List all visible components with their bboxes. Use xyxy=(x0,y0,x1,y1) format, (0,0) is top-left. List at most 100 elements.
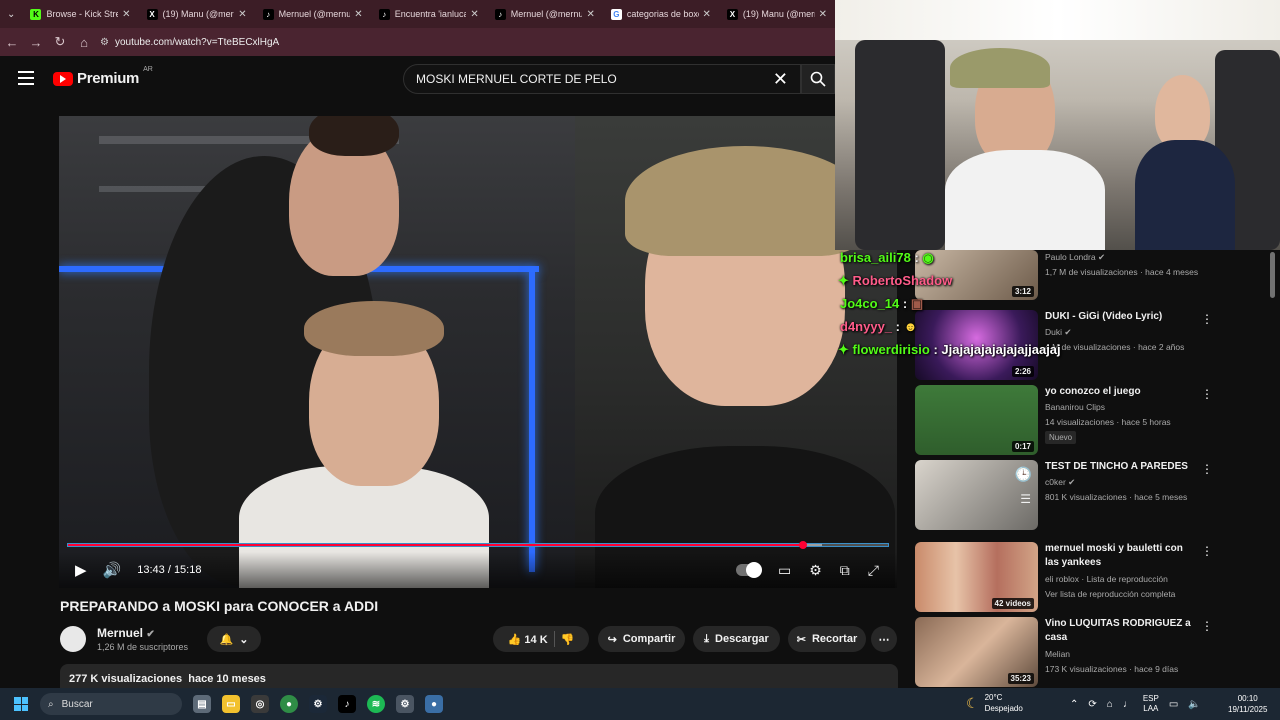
volume-icon[interactable]: 🔊 xyxy=(103,561,122,579)
file-explorer-icon[interactable]: ▭ xyxy=(222,695,240,713)
more-vert-icon[interactable]: ⋮ xyxy=(1201,387,1213,401)
channel-avatar[interactable] xyxy=(60,626,86,652)
more-vert-icon[interactable]: ⋮ xyxy=(1201,544,1213,558)
chrome-active-icon[interactable]: ● xyxy=(425,695,443,713)
recommendation-title[interactable]: mernuel moski y bauletti con las yankees xyxy=(1045,542,1195,570)
clock[interactable]: 00:10 19/11/2025 xyxy=(1228,693,1267,715)
description-box[interactable]: 277 K visualizaciones hace 10 meses xyxy=(60,664,898,690)
tab-search-icon[interactable]: ⌄ xyxy=(0,0,22,28)
task-view-icon[interactable]: ▤ xyxy=(193,695,211,713)
sidebar-scrollbar[interactable] xyxy=(1270,252,1275,298)
recommendation-channel[interactable]: Melian xyxy=(1045,649,1070,659)
close-tab-icon[interactable]: ✕ xyxy=(703,9,711,20)
video-player[interactable]: ▶ 🔊 13:43 / 15:18 ▭ ⚙ ⧉ ⤢ xyxy=(59,116,897,588)
microphone-icon[interactable]: ♩ xyxy=(1123,699,1133,710)
close-tab-icon[interactable]: ✕ xyxy=(586,9,594,20)
recommendation-channel[interactable]: Duki ✔ xyxy=(1045,327,1072,338)
more-vert-icon[interactable]: ⋮ xyxy=(1201,462,1213,476)
display-icon[interactable]: ▭ xyxy=(1169,699,1178,710)
more-vert-icon[interactable]: ⋮ xyxy=(1201,619,1213,633)
fullscreen-icon[interactable]: ⤢ xyxy=(868,562,879,579)
settings-icon[interactable]: ⚙ xyxy=(809,562,822,579)
recommendation-item[interactable]: 🕒 ☰ TEST DE TINCHO A PAREDES c0ker ✔ 801… xyxy=(915,460,1215,530)
back-icon[interactable]: ← xyxy=(0,35,24,50)
recommendation-channel[interactable]: Bananirou Clips xyxy=(1045,402,1105,412)
playlist-thumbnail[interactable]: 42 videos xyxy=(915,542,1038,612)
steam-icon[interactable]: ⚙ xyxy=(309,695,327,713)
windows-start-icon[interactable] xyxy=(14,697,28,711)
close-tab-icon[interactable]: ✕ xyxy=(122,9,130,20)
app-icon[interactable]: ◎ xyxy=(251,695,269,713)
chevron-up-icon[interactable]: ⌃ xyxy=(1070,699,1078,710)
recommendation-channel[interactable]: eli roblox · Lista de reproducción xyxy=(1045,574,1168,584)
youtube-logo[interactable]: Premium AR xyxy=(53,66,153,87)
recommendation-channel[interactable]: Paulo Londra ✔ xyxy=(1045,252,1105,263)
spotify-icon[interactable]: ≋ xyxy=(367,695,385,713)
more-actions-button[interactable]: ⋯ xyxy=(871,626,897,652)
recommendation-channel[interactable]: c0ker ✔ xyxy=(1045,477,1075,488)
seek-bar[interactable] xyxy=(67,541,889,549)
more-vert-icon[interactable]: ⋮ xyxy=(1201,312,1213,326)
close-tab-icon[interactable]: ✕ xyxy=(238,9,246,20)
playlist-item[interactable]: 42 videos mernuel moski y bauletti con l… xyxy=(915,542,1215,612)
recommendation-thumbnail[interactable]: 35:23 xyxy=(915,617,1038,687)
browser-tab[interactable]: X (19) Manu (@mernue✕ xyxy=(139,0,255,28)
menu-icon[interactable] xyxy=(18,71,34,85)
notifications-button[interactable]: 🔔 ⌄ xyxy=(207,626,261,652)
close-tab-icon[interactable]: ✕ xyxy=(819,9,827,20)
close-tab-icon[interactable]: ✕ xyxy=(470,9,478,20)
share-button[interactable]: ↪ Compartir xyxy=(598,626,685,652)
download-label: Descargar xyxy=(715,633,769,645)
miniplayer-icon[interactable]: ⧉ xyxy=(840,562,850,579)
chat-username: Jo4co_14 xyxy=(840,296,900,311)
recommendation-meta: 14 visualizaciones · hace 5 horas xyxy=(1045,417,1171,427)
url-field[interactable]: ⚙ youtube.com/watch?v=TteBECxlHgA xyxy=(100,37,279,48)
weather-widget[interactable]: ☾ 20°C Despejado xyxy=(966,692,1023,714)
reload-icon[interactable]: ↻ xyxy=(48,34,72,50)
recommendation-item[interactable]: 3:12 Paulo Londra ✔ 1,7 M de visualizaci… xyxy=(915,250,1215,302)
recommendation-thumbnail[interactable]: 0:17 xyxy=(915,385,1038,455)
seek-handle[interactable] xyxy=(798,541,807,549)
close-tab-icon[interactable]: ✕ xyxy=(354,9,362,20)
play-icon[interactable]: ▶ xyxy=(75,561,87,579)
network-icon[interactable]: ⌂ xyxy=(1107,699,1113,710)
watch-later-icon[interactable]: 🕒 xyxy=(1015,466,1032,483)
download-button[interactable]: ⤓ Descargar xyxy=(693,626,780,652)
tiktok-icon[interactable]: ♪ xyxy=(338,695,356,713)
site-info-icon[interactable]: ⚙ xyxy=(100,37,109,48)
settings-icon[interactable]: ⚙ xyxy=(396,695,414,713)
subtitles-icon[interactable]: ▭ xyxy=(778,562,791,579)
browser-tab[interactable]: X (19) Manu (@mernu ✕ xyxy=(719,0,835,28)
taskbar-search[interactable]: ⌕ Buscar xyxy=(40,693,182,715)
recommendation-item[interactable]: 35:23 Vino LUQUITAS RODRIGUEZ a casa Mel… xyxy=(915,617,1215,687)
browser-tab[interactable]: K Browse - Kick Stream✕ xyxy=(22,0,138,28)
recommendation-title[interactable]: yo conozco el juego xyxy=(1045,385,1195,399)
clear-search-icon[interactable]: ✕ xyxy=(773,69,788,90)
recommendation-thumbnail[interactable]: 🕒 ☰ xyxy=(915,460,1038,530)
channel-name[interactable]: Mernuel ✔ xyxy=(97,626,155,640)
speaker-icon[interactable]: 🔈 xyxy=(1188,699,1200,710)
browser-tab[interactable]: Gcategorias de boxeo ✕ xyxy=(603,0,719,28)
view-full-playlist-link[interactable]: Ver lista de reproducción completa xyxy=(1045,589,1175,599)
temperature: 20°C xyxy=(984,693,1003,702)
recommendation-title[interactable]: TEST DE TINCHO A PAREDES xyxy=(1045,460,1195,474)
browser-tab[interactable]: ♪ Mernuel (@mernuel)✕ xyxy=(487,0,603,28)
like-button[interactable]: 👍 14 K xyxy=(508,633,548,646)
thumbs-down-icon[interactable]: 👎 xyxy=(561,633,575,646)
home-icon[interactable]: ⌂ xyxy=(72,35,96,50)
search-input[interactable]: MOSKI MERNUEL CORTE DE PELO ✕ xyxy=(403,64,801,94)
recommendation-title[interactable]: Vino LUQUITAS RODRIGUEZ a casa xyxy=(1045,617,1195,645)
recommendation-channel-name: Paulo Londra xyxy=(1045,252,1096,262)
forward-icon[interactable]: → xyxy=(24,35,48,50)
browser-tab[interactable]: ♪ Mernuel (@mernuel)✕ xyxy=(255,0,371,28)
sync-icon[interactable]: ⟳ xyxy=(1088,699,1096,710)
recommendation-title[interactable]: DUKI - GiGi (Video Lyric) xyxy=(1045,310,1195,324)
clip-button[interactable]: ✂ Recortar xyxy=(788,626,866,652)
add-to-queue-icon[interactable]: ☰ xyxy=(1020,492,1031,506)
autoplay-toggle[interactable] xyxy=(736,562,762,578)
browser-tab[interactable]: ♪ Encuentra 'ianlucas' e✕ xyxy=(371,0,487,28)
search-button[interactable] xyxy=(801,64,835,94)
language-indicator[interactable]: ESP LAA xyxy=(1143,694,1159,714)
chrome-icon[interactable]: ● xyxy=(280,695,298,713)
recommendation-item[interactable]: 0:17 yo conozco el juego Bananirou Clips… xyxy=(915,385,1215,455)
